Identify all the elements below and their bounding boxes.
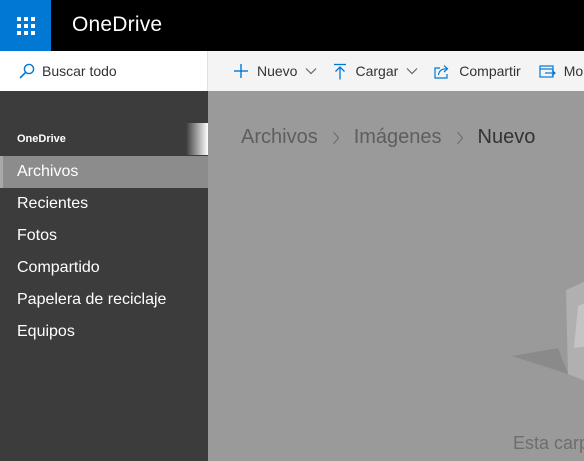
breadcrumb-item-images[interactable]: Imágenes — [354, 126, 442, 149]
upload-button-label: Cargar — [355, 63, 399, 79]
share-button-label: Compartir — [459, 63, 521, 79]
nav-heading-fade — [186, 123, 208, 155]
plus-icon — [234, 64, 248, 78]
share-icon — [434, 64, 449, 79]
nav-item-recycle-bin[interactable]: Papelera de reciclaje — [0, 284, 208, 316]
waffle-icon — [16, 16, 35, 35]
nav-heading: OneDrive — [17, 133, 66, 145]
app-title[interactable]: OneDrive — [72, 13, 162, 37]
nav-item-shared[interactable]: Compartido — [0, 252, 208, 284]
share-button[interactable]: Compartir — [434, 51, 526, 91]
chevron-down-icon — [406, 68, 418, 75]
main-content: Archivos Imágenes Nuevo Esta carp — [208, 91, 584, 461]
nav-item-photos[interactable]: Fotos — [0, 220, 208, 252]
move-button[interactable]: Mo — [539, 51, 584, 91]
chevron-down-icon — [306, 68, 317, 75]
breadcrumb-item-current: Nuevo — [477, 126, 536, 148]
chevron-right-icon — [456, 131, 463, 144]
empty-folder-illustration — [512, 281, 584, 381]
move-icon — [539, 65, 556, 78]
empty-state-text: Esta carp — [513, 433, 584, 453]
command-bar: Nuevo Cargar Compartir Mo — [208, 51, 584, 91]
nav-item-recent[interactable]: Recientes — [0, 188, 208, 220]
nav-item-files[interactable]: Archivos — [0, 156, 208, 188]
left-navigation: OneDrive Archivos Recientes Fotos Compar… — [0, 91, 208, 461]
new-button[interactable]: Nuevo — [233, 51, 323, 91]
search-box[interactable]: Buscar todo — [0, 51, 208, 91]
move-button-label: Mo — [563, 63, 584, 79]
nav-list: Archivos Recientes Fotos Compartido Pape… — [0, 156, 208, 348]
upload-button[interactable]: Cargar — [333, 51, 424, 91]
breadcrumb: Archivos Imágenes Nuevo — [241, 126, 535, 149]
search-icon — [19, 63, 35, 79]
chevron-right-icon — [332, 131, 339, 144]
new-button-label: Nuevo — [257, 63, 298, 79]
app-launcher-button[interactable] — [0, 0, 51, 51]
search-placeholder: Buscar todo — [42, 63, 117, 79]
breadcrumb-item-files[interactable]: Archivos — [241, 126, 318, 149]
suite-header: OneDrive — [0, 0, 584, 51]
upload-icon — [334, 63, 347, 79]
nav-item-teams[interactable]: Equipos — [0, 316, 208, 348]
